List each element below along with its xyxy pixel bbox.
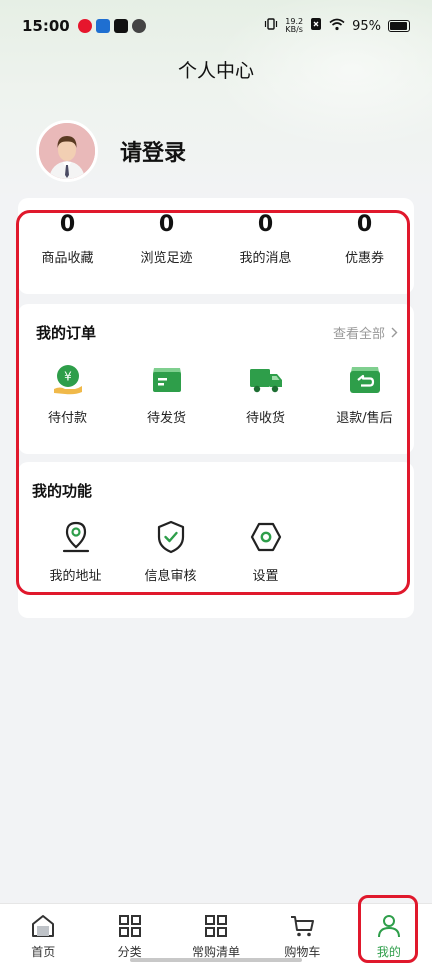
- wifi-icon: [329, 18, 345, 35]
- location-icon: [58, 519, 94, 555]
- orders-card: 我的订单 查看全部 ¥ 待付款 待发货 待收货 退款/售后: [18, 304, 414, 454]
- order-label: 待收货: [245, 411, 285, 426]
- pending-payment-icon: ¥: [50, 361, 86, 397]
- login-link[interactable]: 请登录: [120, 135, 186, 167]
- app-notification-icon: [95, 19, 110, 33]
- stat-label: 商品收藏: [41, 251, 94, 266]
- pending-receipt-icon: [248, 361, 284, 397]
- order-label: 待付款: [47, 411, 87, 426]
- page-title: 个人中心: [177, 60, 254, 82]
- refund-icon: [347, 361, 383, 397]
- status-time: 15:00: [22, 17, 70, 35]
- stat-coupons[interactable]: 0 优惠券: [315, 212, 414, 266]
- svg-text:¥: ¥: [64, 370, 72, 384]
- nav-label: 我的: [376, 945, 401, 959]
- status-right: 19.2 KB/s 95%: [264, 17, 410, 35]
- category-icon: [117, 913, 143, 939]
- function-label: 信息审核: [144, 569, 197, 584]
- home-icon: [30, 913, 56, 939]
- profile-header[interactable]: 请登录: [36, 120, 186, 182]
- stat-favorites[interactable]: 0 商品收藏: [18, 212, 117, 266]
- weibo-icon: [77, 19, 92, 33]
- cart-icon: [289, 913, 315, 939]
- pending-shipment-icon: [149, 361, 185, 397]
- status-bar: 15:00 19.2 KB/s 95%: [0, 0, 432, 52]
- bottom-nav: 首页 分类 常购清单 购物车 我的: [0, 903, 432, 964]
- stat-history[interactable]: 0 浏览足迹: [117, 212, 216, 266]
- vibrate-icon: [264, 17, 278, 35]
- view-all-orders-link[interactable]: 查看全部: [333, 323, 398, 342]
- tiktok-icon: [113, 19, 128, 33]
- order-pending-receipt[interactable]: 待收货: [216, 361, 315, 426]
- stat-label: 浏览足迹: [140, 251, 193, 266]
- clover-icon: [131, 19, 146, 33]
- nav-frequent-list[interactable]: 常购清单: [173, 904, 259, 964]
- order-pending-payment[interactable]: ¥ 待付款: [18, 361, 117, 426]
- order-label: 待发货: [146, 411, 186, 426]
- nav-profile[interactable]: 我的: [346, 904, 432, 964]
- stat-value: 0: [356, 212, 373, 237]
- stat-label: 我的消息: [239, 251, 292, 266]
- stat-value: 0: [158, 212, 175, 237]
- functions-card: 我的功能 我的地址 信息审核 设置: [18, 462, 414, 618]
- battery-percent: 95%: [352, 18, 381, 34]
- stat-value: 0: [257, 212, 274, 237]
- view-all-label: 查看全部: [332, 327, 385, 342]
- order-label: 退款/售后: [336, 411, 393, 426]
- function-settings[interactable]: 设置: [218, 519, 313, 584]
- no-sim-icon: [310, 17, 322, 35]
- order-refund[interactable]: 退款/售后: [315, 361, 414, 426]
- nav-home[interactable]: 首页: [0, 904, 86, 964]
- profile-icon: [376, 913, 402, 939]
- stat-messages[interactable]: 0 我的消息: [216, 212, 315, 266]
- stat-label: 优惠券: [344, 251, 384, 266]
- shield-check-icon: [153, 519, 189, 555]
- battery-icon: [388, 20, 410, 32]
- list-icon: [203, 913, 229, 939]
- nav-category[interactable]: 分类: [86, 904, 172, 964]
- avatar[interactable]: [36, 120, 98, 182]
- chevron-right-icon: [391, 327, 398, 338]
- status-app-icons: [77, 19, 146, 33]
- net-speed-unit: KB/s: [285, 25, 303, 34]
- function-label: 设置: [252, 569, 279, 584]
- stat-value: 0: [59, 212, 76, 237]
- network-speed: 19.2 KB/s: [285, 18, 303, 34]
- nav-cart[interactable]: 购物车: [259, 904, 345, 964]
- function-address[interactable]: 我的地址: [28, 519, 123, 584]
- function-label: 我的地址: [49, 569, 102, 584]
- home-indicator[interactable]: [130, 958, 302, 962]
- nav-label: 首页: [31, 945, 56, 959]
- stats-card: 0 商品收藏 0 浏览足迹 0 我的消息 0 优惠券: [18, 198, 414, 294]
- functions-title: 我的功能: [32, 482, 93, 500]
- orders-title: 我的订单: [36, 324, 97, 342]
- settings-icon: [248, 519, 284, 555]
- order-pending-shipment[interactable]: 待发货: [117, 361, 216, 426]
- function-info-review[interactable]: 信息审核: [123, 519, 218, 584]
